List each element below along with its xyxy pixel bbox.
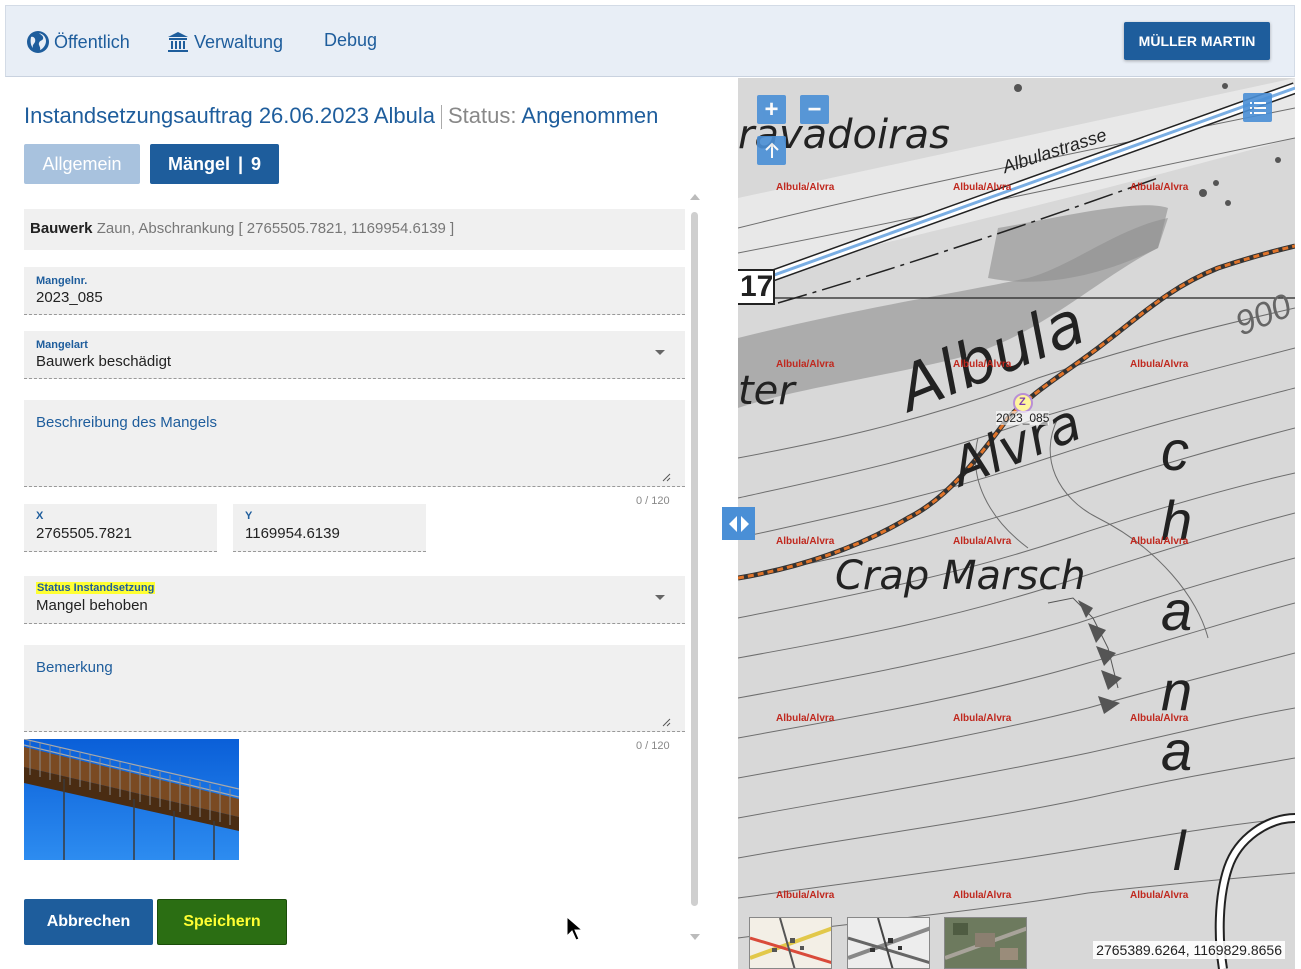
nav-debug-label: Debug: [324, 30, 378, 50]
nav-public-label: Öffentlich: [54, 31, 130, 52]
cancel-button[interactable]: Abbrechen: [24, 899, 153, 945]
top-navigation-bar: Öffentlich Verwaltung Debug MÜLLER MARTI…: [5, 5, 1295, 77]
status-label: Status:: [448, 103, 517, 128]
map-label-chanal: c h a n a l: [738, 78, 739, 79]
district-label: Albula/Alvra: [953, 713, 1012, 724]
title-divider: [441, 105, 442, 130]
x-coordinate-field[interactable]: X 2765505.7821: [24, 504, 217, 552]
district-label: Albula/Alvra: [953, 182, 1012, 193]
nav-admin[interactable]: Verwaltung: [166, 30, 283, 54]
x-value: 2765505.7821: [36, 525, 132, 542]
north-arrow-button[interactable]: [757, 136, 786, 165]
page-title: Instandsetzungsauftrag 26.06.2023 Albula…: [24, 103, 659, 130]
repair-status-value: Mangel behoben: [36, 597, 148, 614]
mouse-cursor-icon: [566, 916, 584, 941]
district-label: Albula/Alvra: [776, 359, 835, 370]
tab-defects[interactable]: Mängel | 9: [150, 144, 279, 184]
tab-defects-label: Mängel: [167, 153, 230, 174]
layer-list-button[interactable]: [1243, 93, 1272, 122]
tab-defects-count: 9: [251, 153, 262, 174]
order-title: Instandsetzungsauftrag 26.06.2023 Albula: [24, 103, 435, 128]
district-label: Albula/Alvra: [1130, 536, 1189, 547]
structure-value: Zaun, Abschrankung [ 2765505.7821, 11699…: [96, 220, 455, 237]
description-counter: 0 / 120: [636, 495, 670, 507]
remark-label: Bemerkung: [36, 659, 113, 676]
district-label: Albula/Alvra: [1130, 713, 1189, 724]
collapse-arrows-icon: [728, 515, 749, 532]
repair-status-label: Status Instandsetzung: [36, 582, 156, 594]
district-label: Albula/Alvra: [776, 182, 835, 193]
map-label-chanal-a1: a: [1161, 579, 1193, 642]
tab-general[interactable]: Allgemein: [24, 144, 140, 184]
nav-debug[interactable]: Debug: [324, 30, 377, 51]
defect-form-panel: Instandsetzungsauftrag 26.06.2023 Albula…: [5, 78, 738, 969]
y-value: 1169954.6139: [245, 525, 340, 542]
basemap-color-thumbnail[interactable]: [749, 917, 832, 969]
globe-icon: [27, 31, 49, 53]
basemap-aerial-thumbnail[interactable]: [944, 917, 1027, 969]
map-label-ster: ter: [738, 368, 795, 414]
map-label-chanal-a2: a: [1161, 719, 1193, 782]
nav-public[interactable]: Öffentlich: [26, 30, 130, 54]
defect-number-label: Mangelnr.: [36, 275, 88, 287]
resize-handle-icon[interactable]: [661, 472, 671, 482]
chevron-down-icon: [655, 350, 665, 355]
district-label: Albula/Alvra: [1130, 182, 1189, 193]
tab-defects-divider: |: [237, 153, 244, 174]
defect-type-select[interactable]: Mangelart Bauwerk beschädigt: [24, 331, 685, 379]
defect-number-value: 2023_085: [36, 289, 103, 306]
repair-status-select[interactable]: Status Instandsetzung Mangel behoben: [24, 576, 685, 624]
district-label: Albula/Alvra: [776, 890, 835, 901]
defect-marker-label: 2023_085: [996, 411, 1050, 425]
map-label-chanal-c1: c: [1161, 419, 1189, 482]
structure-label: Bauwerk: [30, 220, 93, 237]
defect-photo[interactable]: [24, 739, 239, 860]
y-coordinate-field[interactable]: Y 1169954.6139: [233, 504, 426, 552]
form-scrollbar[interactable]: [689, 190, 701, 945]
bank-icon: [168, 32, 188, 52]
defect-marker[interactable]: Z: [1019, 396, 1026, 408]
arrow-up-icon: [764, 142, 779, 158]
x-label: X: [36, 510, 44, 522]
district-label: Albula/Alvra: [776, 536, 835, 547]
zoom-in-button[interactable]: +: [757, 95, 786, 124]
scroll-up-icon[interactable]: [690, 194, 700, 200]
district-label: Albula/Alvra: [953, 359, 1012, 370]
district-label: Albula/Alvra: [1130, 359, 1189, 370]
district-label: Albula/Alvra: [953, 890, 1012, 901]
map-label-chanal-l: l: [1173, 819, 1186, 882]
user-menu-button[interactable]: MÜLLER MARTIN: [1124, 22, 1270, 60]
remark-textarea[interactable]: Bemerkung: [24, 645, 685, 732]
district-label: Albula/Alvra: [953, 536, 1012, 547]
topographic-map[interactable]: [738, 78, 1295, 969]
map-label-crap-marsch: Crap Marsch: [835, 553, 1086, 599]
cursor-coordinates: 2765389.6264, 1169829.8656: [1093, 941, 1285, 959]
remark-counter: 0 / 120: [636, 740, 670, 752]
district-label: Albula/Alvra: [1130, 890, 1189, 901]
status-value: Angenommen: [521, 103, 659, 128]
structure-info: Bauwerk Zaun, Abschrankung [ 2765505.782…: [24, 209, 685, 250]
defect-number-field[interactable]: Mangelnr. 2023_085: [24, 267, 685, 315]
defect-type-value: Bauwerk beschädigt: [36, 353, 172, 370]
description-label: Beschreibung des Mangels: [36, 414, 217, 431]
y-label: Y: [245, 510, 253, 522]
nav-admin-label: Verwaltung: [194, 31, 284, 52]
district-label: Albula/Alvra: [776, 713, 835, 724]
description-textarea[interactable]: Beschreibung des Mangels: [24, 400, 685, 487]
collapse-panel-button[interactable]: [722, 507, 755, 540]
map-label-route-17: 17: [740, 270, 774, 303]
resize-handle-icon[interactable]: [661, 717, 671, 727]
scroll-down-icon[interactable]: [690, 934, 700, 940]
chevron-down-icon: [655, 595, 665, 600]
list-icon: [1249, 101, 1266, 114]
save-button[interactable]: Speichern: [157, 899, 287, 945]
defect-type-label: Mangelart: [36, 339, 88, 351]
scroll-thumb[interactable]: [691, 212, 698, 906]
basemap-grey-thumbnail[interactable]: [847, 917, 930, 969]
zoom-out-button[interactable]: −: [800, 95, 829, 124]
map-view[interactable]: ravadoiras Albulastrasse Albula Alvra te…: [738, 78, 1295, 969]
